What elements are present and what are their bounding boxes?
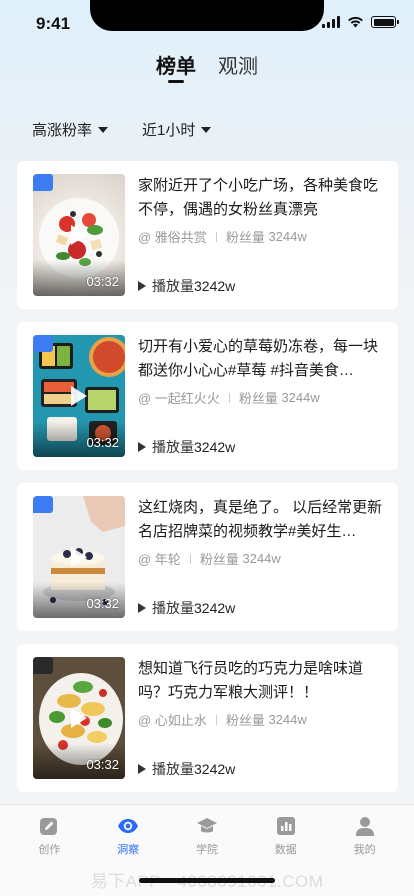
tab-ranking[interactable]: 榜单: [156, 50, 196, 84]
play-count-icon: [138, 603, 146, 613]
tab-observe[interactable]: 观测: [218, 50, 258, 84]
video-title[interactable]: 家附近开了个小吃广场，各种美食吃不停，偶遇的女粉丝真漂亮: [138, 174, 384, 222]
play-count: 播放量 3242w: [138, 276, 235, 296]
play-icon: [71, 225, 87, 245]
play-count-icon: [138, 442, 146, 452]
play-count-icon: [138, 764, 146, 774]
play-count: 播放量 3242w: [138, 437, 235, 457]
play-count: 播放量 3242w: [138, 598, 235, 618]
status-time: 9:41: [36, 14, 71, 33]
signal-icon: [322, 16, 340, 28]
video-list: 03:32 家附近开了个小吃广场，各种美食吃不停，偶遇的女粉丝真漂亮 @ 雅俗共…: [17, 161, 398, 805]
video-thumbnail[interactable]: 03:32: [33, 657, 125, 779]
author-name[interactable]: @ 心如止水: [138, 710, 207, 729]
graduation-cap-icon: [196, 818, 217, 833]
filter-time-dropdown[interactable]: 近1小时: [142, 119, 212, 140]
fans-count: 3244w: [268, 712, 307, 727]
fans-label: 粉丝量: [225, 713, 265, 728]
rank-badge: [33, 657, 53, 674]
wifi-icon: [348, 16, 363, 28]
rank-badge: [33, 174, 53, 191]
play-count-icon: [138, 281, 146, 291]
video-card[interactable]: 03:32 切开有小爱心的草莓奶冻卷，每一块都送你小心心#草莓 #抖音美食… @…: [17, 322, 398, 470]
fans-count: 3244w: [268, 229, 307, 244]
video-title[interactable]: 想知道飞行员吃的巧克力是啥味道吗？巧克力军粮大测评！！: [138, 657, 384, 705]
filter-time-label: 近1小时: [142, 122, 196, 139]
play-count-label: 播放量: [152, 278, 194, 294]
eye-icon: [118, 819, 139, 833]
nav-item-data[interactable]: 数据: [256, 815, 316, 857]
nav-item-insight[interactable]: 洞察: [98, 815, 158, 857]
video-duration: 03:32: [86, 274, 119, 289]
video-meta: @ 心如止水 粉丝量 3244w: [138, 710, 307, 729]
caret-down-icon: [98, 126, 109, 133]
filter-sort-dropdown[interactable]: 高涨粉率: [32, 119, 109, 140]
video-title[interactable]: 切开有小爱心的草莓奶冻卷，每一块都送你小心心#草莓 #抖音美食…: [138, 335, 384, 383]
battery-icon: [371, 16, 399, 28]
notch: [90, 0, 324, 31]
status-bar: 9:41: [0, 0, 414, 44]
video-card[interactable]: 03:32 家附近开了个小吃广场，各种美食吃不停，偶遇的女粉丝真漂亮 @ 雅俗共…: [17, 161, 398, 309]
nav-label: 创作: [38, 844, 61, 856]
nav-item-academy[interactable]: 学院: [177, 815, 237, 857]
play-count-value: 3242w: [194, 600, 236, 616]
video-duration: 03:32: [86, 757, 119, 772]
play-count-label: 播放量: [152, 600, 194, 616]
video-meta: @ 一起红火火 粉丝量 3244w: [138, 388, 320, 407]
nav-label: 我的: [353, 844, 376, 856]
play-count: 播放量 3242w: [138, 759, 235, 779]
caret-down-icon: [201, 126, 212, 133]
nav-item-create[interactable]: 创作: [19, 815, 79, 857]
edit-icon: [40, 818, 58, 835]
rank-badge: [33, 335, 53, 352]
video-duration: 03:32: [86, 435, 119, 450]
play-icon: [71, 708, 87, 728]
video-card[interactable]: 03:32 想知道飞行员吃的巧克力是啥味道吗？巧克力军粮大测评！！ @ 心如止水…: [17, 644, 398, 792]
play-count-label: 播放量: [152, 439, 194, 455]
user-icon: [355, 817, 374, 836]
nav-label: 洞察: [117, 844, 140, 856]
video-thumbnail[interactable]: 03:32: [33, 496, 125, 618]
home-indicator: [139, 878, 275, 883]
play-icon: [71, 386, 87, 406]
nav-item-me[interactable]: 我的: [335, 815, 395, 857]
author-name[interactable]: @ 雅俗共赏: [138, 227, 207, 246]
video-duration: 03:32: [86, 596, 119, 611]
video-meta: @ 年轮 粉丝量 3244w: [138, 549, 281, 568]
video-card[interactable]: 03:32 这红烧肉，真是绝了。 以后经常更新名店招牌菜的视频教学#美好生… @…: [17, 483, 398, 631]
play-count-value: 3242w: [194, 761, 236, 777]
play-icon: [71, 547, 87, 567]
fans-label: 粉丝量: [199, 552, 239, 567]
fans-count: 3244w: [242, 551, 281, 566]
nav-label: 学院: [195, 844, 218, 856]
video-title[interactable]: 这红烧肉，真是绝了。 以后经常更新名店招牌菜的视频教学#美好生…: [138, 496, 384, 544]
play-count-value: 3242w: [194, 278, 236, 294]
rank-badge: [33, 496, 53, 513]
bar-chart-icon: [276, 817, 295, 835]
status-icons: [322, 16, 399, 28]
author-name[interactable]: @ 年轮: [138, 549, 181, 568]
video-thumbnail[interactable]: 03:32: [33, 335, 125, 457]
nav-label: 数据: [274, 844, 297, 856]
fans-count: 3244w: [281, 390, 320, 405]
play-count-value: 3242w: [194, 439, 236, 455]
top-tabs: 榜单 观测: [0, 50, 414, 84]
author-name[interactable]: @ 一起红火火: [138, 388, 220, 407]
filter-bar: 高涨粉率 近1小时: [32, 119, 212, 140]
video-thumbnail[interactable]: 03:32: [33, 174, 125, 296]
filter-sort-label: 高涨粉率: [32, 122, 93, 139]
fans-label: 粉丝量: [225, 230, 265, 245]
play-count-label: 播放量: [152, 761, 194, 777]
video-meta: @ 雅俗共赏 粉丝量 3244w: [138, 227, 307, 246]
fans-label: 粉丝量: [238, 391, 278, 406]
